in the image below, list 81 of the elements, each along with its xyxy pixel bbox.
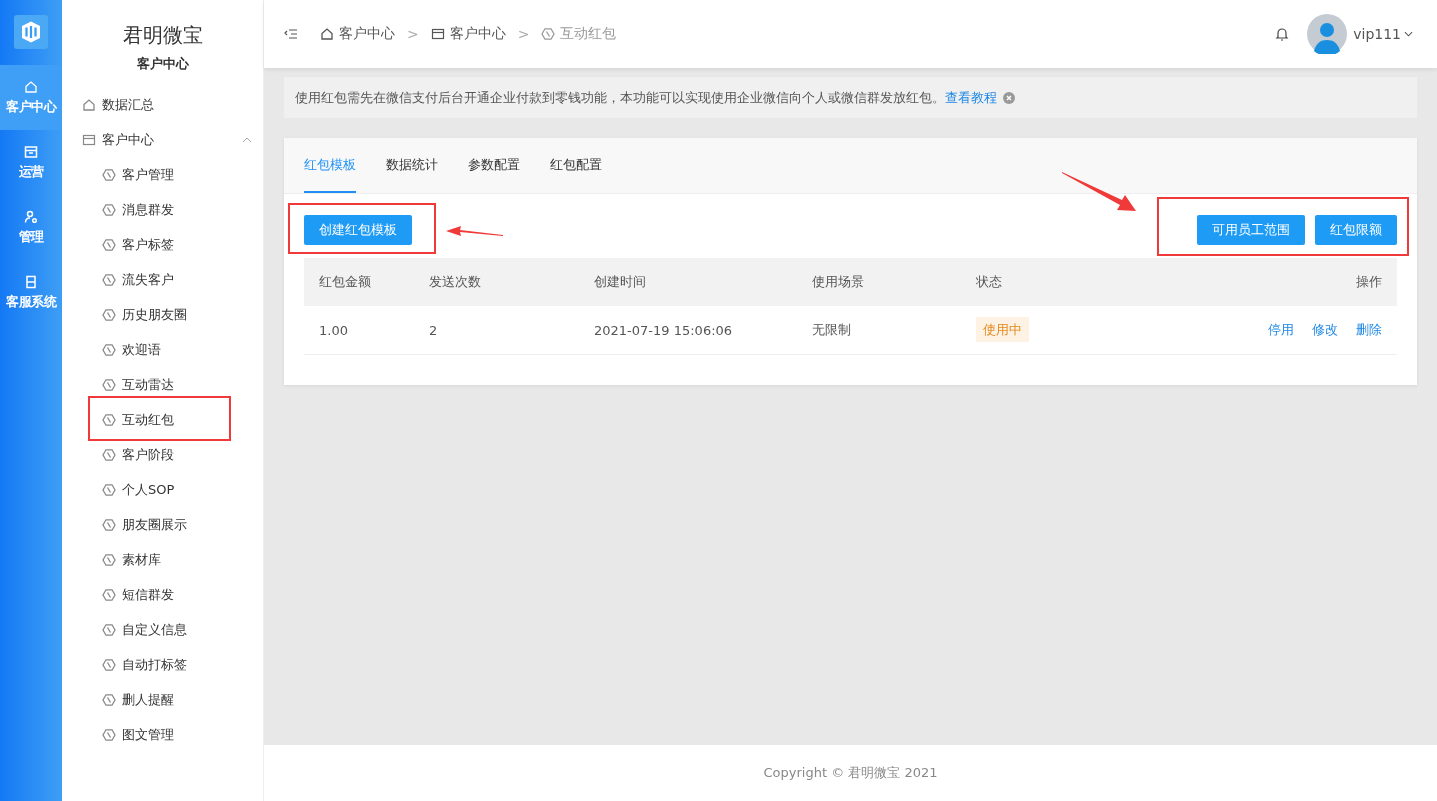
submenu-item[interactable]: 个人SOP [62,472,252,507]
hexagon-icon [102,692,116,707]
table-cell-text: 无限制 [812,321,852,339]
hexagon-icon [102,552,116,567]
logo-icon [14,15,48,49]
window-icon [430,27,445,41]
hexagon-icon [102,482,116,497]
annotation-arrow [446,226,503,236]
hexagon-icon [102,622,116,637]
hexagon-icon [102,202,116,217]
collapse-menu-icon[interactable] [284,28,298,40]
breadcrumb-separator: > [407,26,419,42]
calendar-icon [24,274,38,289]
column-header: 发送次数 [429,273,482,291]
menu-item[interactable]: 数据汇总 [62,87,252,122]
submenu-item[interactable]: 欢迎语 [62,332,252,367]
column-header: 红包金额 [319,273,372,291]
submenu-item[interactable]: 客户标签 [62,227,252,262]
close-icon[interactable] [1003,91,1015,104]
avatar[interactable] [1307,14,1348,54]
user-menu[interactable]: vip111 [1353,26,1413,42]
column-header: 状态 [976,273,1003,291]
notification-bell-icon[interactable] [1275,26,1290,42]
submenu-item[interactable]: 自动打标签 [62,647,252,682]
notice-text: 使用红包需先在微信支付后台开通企业付款到零钱功能，本功能可以实现使用企业微信向个人或微信群发放红包。查看教程 [295,88,997,107]
hexagon-icon [102,727,116,742]
hexagon-icon [102,342,116,357]
tab[interactable]: 参数配置 [468,138,520,193]
submenu-item[interactable]: 互动红包 [62,402,252,437]
brand-name: 君明微宝 [121,22,204,49]
column-header: 创建时间 [594,273,647,291]
submenu-item[interactable]: 消息群发 [62,192,252,227]
hexagon-icon [102,517,116,532]
row-action-link[interactable]: 删除 [1356,321,1382,339]
submenu-item[interactable]: 自定义信息 [62,612,252,647]
home-icon [82,97,96,112]
row-action-link[interactable]: 停用 [1268,321,1294,339]
submenu-item[interactable]: 素材库 [62,542,252,577]
tab[interactable]: 数据统计 [386,138,438,193]
copyright-text: Copyright © 君明微宝 2021 [763,764,938,782]
submenu-item[interactable]: 历史朋友圈 [62,297,252,332]
window-icon [82,132,96,147]
hexagon-icon [102,237,116,252]
table-cell-text: 2 [429,322,439,338]
hexagon-icon [541,27,556,41]
hexagon-icon [102,587,116,602]
section-title: 客户中心 [135,55,190,73]
breadcrumb-link[interactable]: 客户中心 [430,25,506,43]
rail-nav-item[interactable]: 运营 [0,130,62,195]
row-action-link[interactable]: 修改 [1312,321,1338,339]
table-cell-text: 2021-07-19 15:06:06 [594,322,734,338]
menu-item[interactable]: 客户中心 [62,122,252,157]
table-cell-text: 1.00 [319,322,349,338]
submenu-item[interactable]: 互动雷达 [62,367,252,402]
breadcrumb-link[interactable]: 客户中心 [320,25,395,43]
submenu-item[interactable]: 流失客户 [62,262,252,297]
hexagon-icon [102,377,116,392]
rail-nav-item[interactable]: 客服系统 [0,260,62,325]
chevron-down-icon [1404,31,1413,37]
submenu-item[interactable]: 删人提醒 [62,682,252,717]
user-gear-icon [24,209,38,224]
submenu-item[interactable]: 图文管理 [62,717,252,752]
column-header: 使用场景 [812,273,865,291]
rail-nav-item[interactable]: 管理 [0,195,62,260]
breadcrumb-separator: > [517,26,530,42]
home-icon [320,27,334,41]
submenu-item[interactable]: 朋友圈展示 [62,507,252,542]
submenu-item[interactable]: 短信群发 [62,577,252,612]
submenu-item[interactable]: 客户阶段 [62,437,252,472]
hexagon-icon [102,657,116,672]
hexagon-icon [102,272,116,287]
archive-icon [24,144,38,159]
hexagon-icon [102,447,116,462]
status-tag: 使用中 [976,317,1029,342]
hexagon-icon [102,412,116,427]
column-header: 操作 [1356,273,1382,291]
tab[interactable]: 红包配置 [550,138,602,193]
submenu-item[interactable]: 客户管理 [62,157,252,192]
home-icon [24,79,38,94]
hexagon-icon [102,167,116,182]
hexagon-icon [102,307,116,322]
